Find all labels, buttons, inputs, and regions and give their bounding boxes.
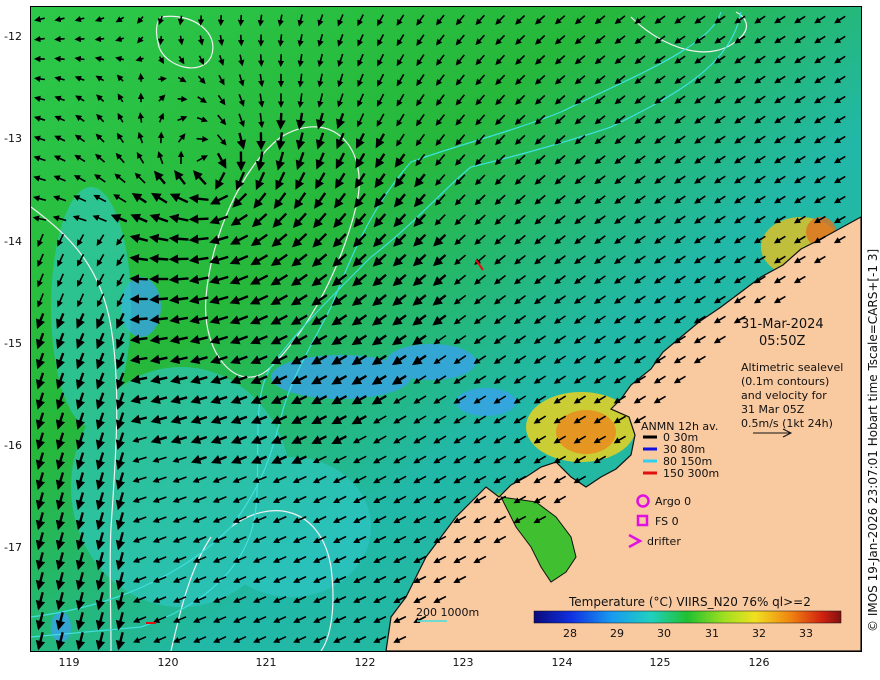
x-tick-label: 119 xyxy=(58,656,80,669)
velocity-arrow xyxy=(177,15,185,26)
colorbar-tick: 28 xyxy=(563,627,577,640)
velocity-arrow xyxy=(257,54,265,67)
y-tick-label: -17 xyxy=(4,541,22,554)
description-line: 31 Mar 05Z xyxy=(741,403,805,416)
velocity-arrow xyxy=(188,214,209,224)
velocity-arrow xyxy=(177,35,185,46)
fs-label: FS 0 xyxy=(655,515,679,528)
y-tick-label: -12 xyxy=(4,30,22,43)
velocity-arrow xyxy=(94,35,105,43)
velocity-arrow xyxy=(34,75,45,83)
velocity-arrow xyxy=(137,112,145,123)
y-tick-label: -16 xyxy=(4,439,22,452)
velocity-arrow xyxy=(148,254,169,264)
description-line: Altimetric sealevel xyxy=(741,361,843,374)
description-line: and velocity for xyxy=(741,389,827,402)
velocity-arrow xyxy=(149,314,168,325)
velocity-arrow xyxy=(188,193,209,204)
y-tick-label: -13 xyxy=(4,132,22,145)
velocity-arrow xyxy=(129,274,148,284)
x-tick-label: 126 xyxy=(748,656,770,669)
velocity-arrow xyxy=(54,35,65,43)
drifter-label: drifter xyxy=(647,535,681,548)
map-time-title: 05:50Z xyxy=(759,334,805,349)
x-tick-label: 125 xyxy=(649,656,671,669)
velocity-arrow xyxy=(157,35,165,46)
colorbar-tick: 32 xyxy=(752,627,766,640)
y-tick-label: -15 xyxy=(4,337,22,350)
velocity-arrow xyxy=(168,274,189,285)
velocity-arrow xyxy=(237,34,245,47)
legend-label: 150 300m xyxy=(663,467,719,480)
velocity-arrow xyxy=(129,314,148,324)
velocity-arrow xyxy=(129,334,148,344)
velocity-arrow xyxy=(276,112,286,130)
x-tick-label: 121 xyxy=(255,656,277,669)
velocity-arrow xyxy=(34,35,45,43)
velocity-arrow xyxy=(158,75,167,83)
colorbar-title: Temperature (°C) VIIRS_N20 76% ql>=2 xyxy=(568,595,811,609)
y-tick-label: -14 xyxy=(4,235,22,248)
velocity-arrow xyxy=(196,135,209,143)
colorbar-tick: 30 xyxy=(657,627,671,640)
velocity-arrow xyxy=(237,14,245,27)
colorbar-tick: 31 xyxy=(705,627,719,640)
bathymetry-label: 200 1000m xyxy=(416,606,479,619)
x-tick-label: 120 xyxy=(157,656,179,669)
velocity-arrow xyxy=(149,294,169,304)
colorbar-gradient xyxy=(533,610,842,624)
colorbar-tick: 33 xyxy=(799,627,813,640)
description-line: (0.1m contours) xyxy=(741,375,829,388)
velocity-arrow xyxy=(74,55,85,63)
x-tick-label: 123 xyxy=(452,656,474,669)
argo-label: Argo 0 xyxy=(655,495,691,508)
velocity-arrow xyxy=(188,234,209,245)
description-line: 0.5m/s (1kt 24h) xyxy=(741,417,833,430)
colorbar-tick: 29 xyxy=(610,627,624,640)
map-frame: 31-Mar-2024 05:50Z Altimetric sealevel (… xyxy=(30,6,862,652)
x-tick-label: 122 xyxy=(354,656,376,669)
x-tick-label: 124 xyxy=(551,656,573,669)
velocity-arrow xyxy=(168,234,189,244)
map-date-title: 31-Mar-2024 xyxy=(741,317,824,332)
velocity-arrow xyxy=(277,34,285,47)
map-canvas[interactable]: 31-Mar-2024 05:50Z Altimetric sealevel (… xyxy=(31,7,861,651)
velocity-arrow xyxy=(54,55,65,63)
side-caption: © IMOS 19-Jan-2026 23:07:01 Hobart time … xyxy=(866,248,880,632)
